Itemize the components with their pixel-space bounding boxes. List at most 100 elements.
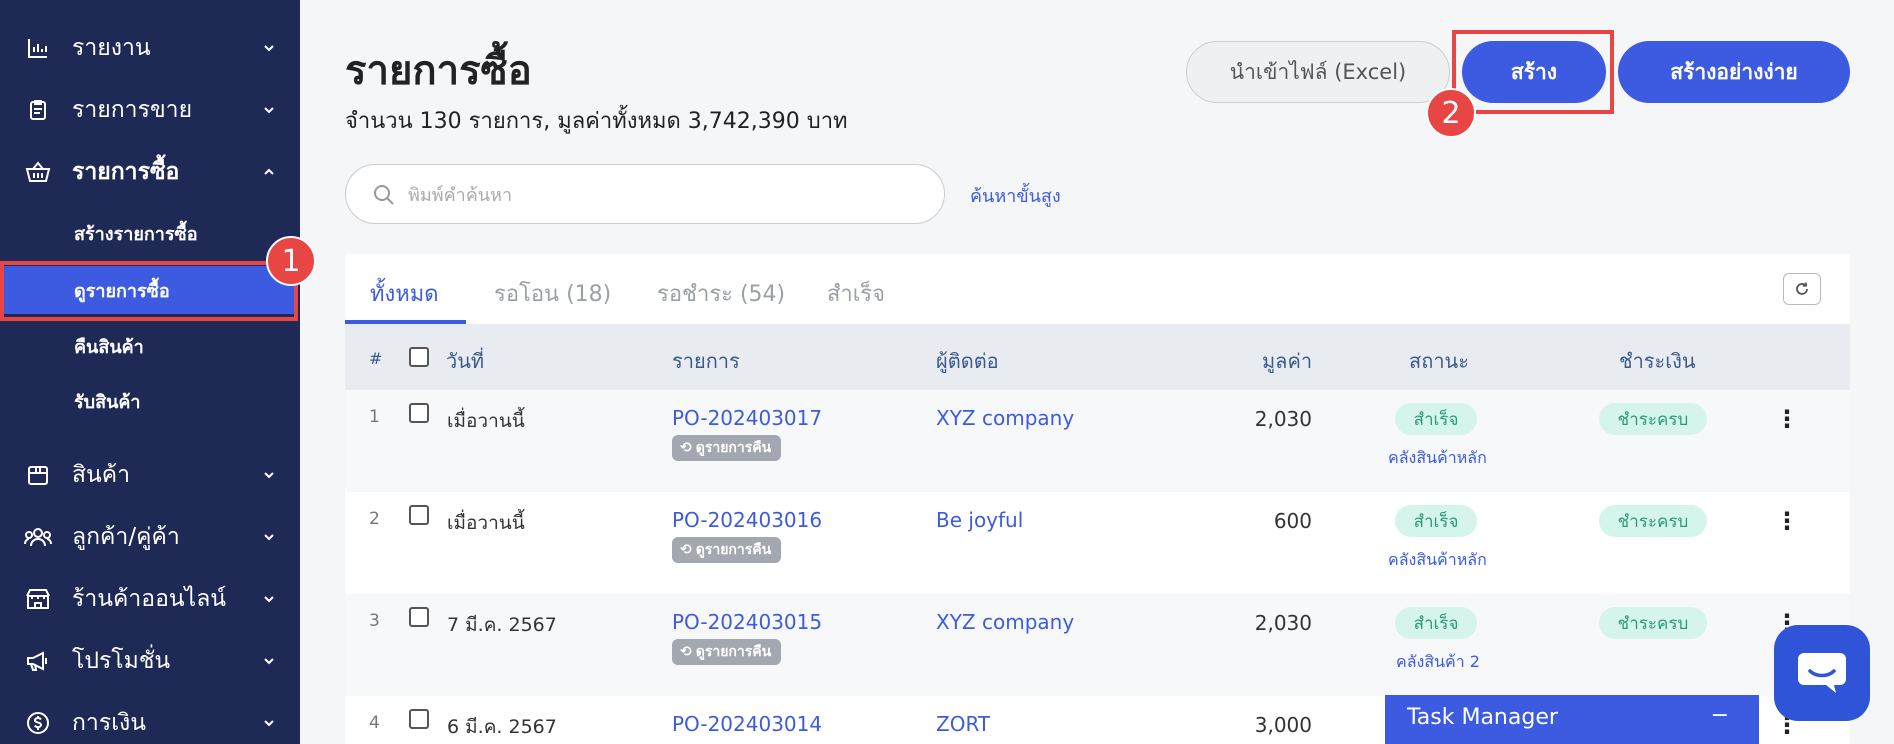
row-po-link[interactable]: PO-202403014 [672, 712, 822, 736]
row-po-link[interactable]: PO-202403015 [672, 610, 822, 634]
col-header-contact[interactable]: ผู้ติดต่อ [936, 345, 999, 377]
sidebar-sub-receive[interactable]: รับสินค้า [0, 377, 300, 425]
row-number: 4 [369, 713, 380, 733]
task-manager-panel[interactable]: Task Manager − [1385, 695, 1759, 744]
row-po-link[interactable]: PO-202403017 [672, 406, 822, 430]
sidebar-item-promotions[interactable]: โปรโมชั่น [0, 635, 300, 687]
chevron-down-icon [264, 658, 274, 665]
highlight-box-create [1452, 30, 1614, 114]
sidebar-item-contacts[interactable]: ลูกค้า/คู่ค้า [0, 511, 300, 563]
row-number: 1 [369, 407, 380, 427]
import-excel-button[interactable]: นำเข้าไฟล์ (Excel) [1186, 41, 1450, 103]
sidebar-sub-label: รับสินค้า [74, 391, 141, 413]
payment-badge: ชำระครบ [1599, 607, 1707, 639]
col-header-status[interactable]: สถานะ [1409, 345, 1469, 377]
col-header-payment[interactable]: ชำระเงิน [1619, 345, 1696, 377]
refresh-button[interactable] [1783, 273, 1821, 305]
store-icon [24, 585, 52, 613]
col-header-item[interactable]: รายการ [672, 345, 740, 377]
minimize-icon[interactable]: − [1711, 703, 1729, 728]
chevron-down-icon [264, 534, 274, 541]
sidebar-sub-label: สร้างรายการซื้อ [74, 223, 198, 245]
view-return-label: ดูรายการคืน [695, 542, 772, 558]
search-icon [374, 185, 394, 205]
bar-chart-icon [24, 34, 52, 62]
row-contact-link[interactable]: XYZ company [936, 610, 1074, 634]
row-checkbox[interactable] [409, 505, 429, 525]
sidebar-item-label: รายการซื้อ [72, 159, 180, 185]
row-checkbox[interactable] [409, 607, 429, 627]
advanced-search-link[interactable]: ค้นหาขั้นสูง [970, 181, 1061, 210]
row-amount: 3,000 [1254, 713, 1312, 737]
chevron-down-icon [264, 45, 274, 52]
row-checkbox[interactable] [409, 403, 429, 423]
view-return-button[interactable]: ⟲ ดูรายการคืน [672, 639, 782, 665]
tab-completed[interactable]: สำเร็จ [827, 276, 885, 311]
status-badge: สำเร็จ [1395, 505, 1477, 537]
row-number: 2 [369, 509, 380, 529]
sidebar-item-reports[interactable]: รายงาน [0, 22, 300, 74]
row-date: เมื่อวานนี้ [447, 512, 525, 534]
row-more-icon[interactable]: ⋮ [1775, 506, 1799, 536]
row-contact-link[interactable]: XYZ company [936, 406, 1074, 430]
view-return-label: ดูรายการคืน [695, 644, 772, 660]
warehouse-link[interactable]: คลังสินค้าหลัก [1388, 446, 1487, 471]
row-number: 3 [369, 611, 380, 631]
status-badge: สำเร็จ [1395, 403, 1477, 435]
chat-bubble-icon [1798, 653, 1846, 693]
sidebar-sub-create-purchase[interactable]: สร้างรายการซื้อ [0, 209, 300, 257]
chevron-down-icon [264, 720, 274, 727]
chat-button[interactable] [1774, 625, 1870, 721]
row-date: 7 มี.ค. 2567 [447, 614, 557, 636]
row-checkbox[interactable] [409, 709, 429, 729]
payment-badge: ชำระครบ [1599, 403, 1707, 435]
row-amount: 600 [1273, 509, 1312, 533]
row-contact-link[interactable]: Be joyful [936, 508, 1023, 532]
view-return-label: ดูรายการคืน [695, 440, 772, 456]
row-more-icon[interactable]: ⋮ [1775, 404, 1799, 434]
undo-icon: ⟲ [680, 644, 692, 660]
warehouse-link[interactable]: คลังสินค้า 2 [1396, 650, 1480, 675]
row-amount: 2,030 [1254, 407, 1312, 431]
sidebar-item-label: การเงิน [72, 710, 147, 736]
sidebar-item-sales[interactable]: รายการขาย [0, 84, 300, 136]
sidebar-item-label: ลูกค้า/คู่ค้า [72, 524, 180, 550]
tab-pending-transfer[interactable]: รอโอน (18) [494, 276, 611, 311]
row-date: เมื่อวานนี้ [447, 410, 525, 432]
col-header-amount[interactable]: มูลค่า [1262, 345, 1312, 377]
sidebar-item-online-store[interactable]: ร้านค้าออนไลน์ [0, 573, 300, 625]
clipboard-icon [24, 96, 52, 124]
sidebar-item-label: ร้านค้าออนไลน์ [72, 586, 227, 612]
payment-badge: ชำระครบ [1599, 505, 1707, 537]
search-input[interactable] [408, 177, 918, 213]
step-badge-1: 1 [266, 236, 316, 286]
view-return-button[interactable]: ⟲ ดูรายการคืน [672, 537, 782, 563]
sidebar-item-label: รายงาน [72, 35, 151, 61]
undo-icon: ⟲ [680, 542, 692, 558]
chevron-down-icon [264, 107, 274, 114]
step-badge-2: 2 [1426, 88, 1476, 138]
sidebar-item-label: โปรโมชั่น [72, 648, 171, 674]
sidebar-sub-label: คืนสินค้า [74, 336, 144, 358]
tab-pending-payment[interactable]: รอชำระ (54) [657, 276, 785, 311]
search-box [345, 164, 945, 224]
sidebar-item-label: รายการขาย [72, 97, 193, 123]
tab-all[interactable]: ทั้งหมด [370, 276, 439, 311]
sidebar-item-purchases[interactable]: รายการซื้อ [0, 146, 300, 198]
col-header-date[interactable]: วันที่ [446, 345, 484, 377]
row-contact-link[interactable]: ZORT [936, 712, 990, 736]
refresh-icon [1796, 282, 1808, 295]
chevron-down-icon [264, 596, 274, 603]
users-icon [24, 523, 52, 551]
warehouse-link[interactable]: คลังสินค้าหลัก [1388, 548, 1487, 573]
dollar-circle-icon [24, 709, 52, 737]
sidebar-item-finance[interactable]: การเงิน [0, 697, 300, 744]
select-all-checkbox[interactable] [409, 347, 429, 367]
col-header-num: # [369, 349, 383, 368]
create-easy-button[interactable]: สร้างอย่างง่าย [1618, 41, 1850, 103]
sidebar-sub-returns[interactable]: คืนสินค้า [0, 322, 300, 370]
row-po-link[interactable]: PO-202403016 [672, 508, 822, 532]
view-return-button[interactable]: ⟲ ดูรายการคืน [672, 435, 782, 461]
chevron-up-icon [264, 168, 274, 175]
sidebar-item-products[interactable]: สินค้า [0, 449, 300, 501]
